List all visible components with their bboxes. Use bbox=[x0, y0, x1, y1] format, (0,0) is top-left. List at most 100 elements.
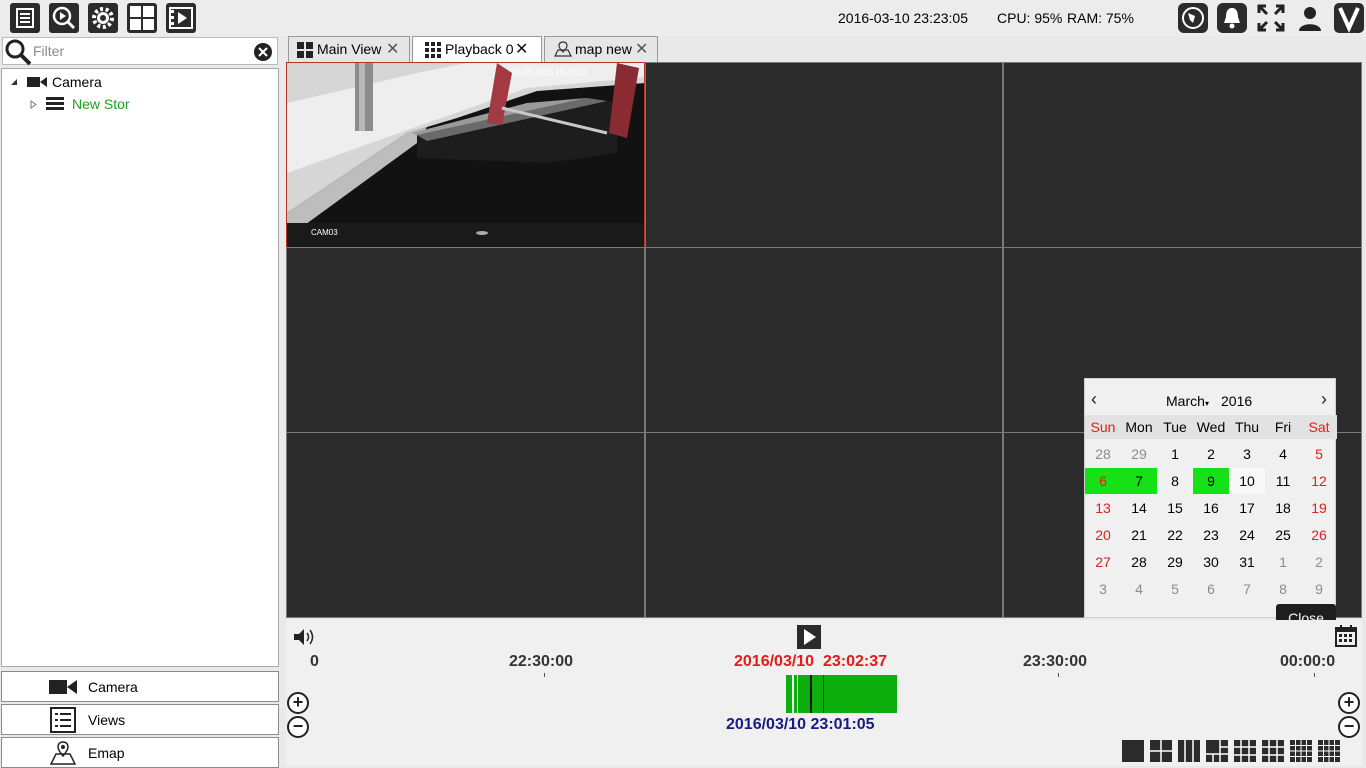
calendar-day[interactable]: 8 bbox=[1265, 576, 1301, 602]
layout-1p12-button[interactable] bbox=[1290, 740, 1312, 762]
user-icon[interactable] bbox=[1295, 3, 1325, 33]
calendar-day[interactable]: 1 bbox=[1157, 441, 1193, 467]
calendar-day-recorded[interactable]: 6 bbox=[1085, 468, 1121, 494]
close-icon[interactable]: ✕ bbox=[515, 39, 528, 59]
calendar-day[interactable]: 9 bbox=[1301, 576, 1337, 602]
calendar-day[interactable]: 6 bbox=[1193, 576, 1229, 602]
calendar-day[interactable]: 3 bbox=[1085, 576, 1121, 602]
calendar-year[interactable]: 2016 bbox=[1221, 393, 1252, 409]
calendar-day[interactable]: 20 bbox=[1085, 522, 1121, 548]
tab-main-view[interactable]: Main View ✕ bbox=[288, 36, 410, 62]
tab-playback[interactable]: Playback 0 ✕ bbox=[412, 36, 542, 63]
calendar-day[interactable]: 17 bbox=[1229, 495, 1265, 521]
clear-filter-icon[interactable] bbox=[253, 42, 273, 62]
video-cell-cam03[interactable]: 03-03-2016 18:23:13 CAM03 bbox=[286, 62, 645, 248]
close-icon[interactable]: ✕ bbox=[386, 39, 399, 59]
next-month-icon[interactable]: › bbox=[1321, 389, 1327, 410]
video-playback-icon[interactable] bbox=[166, 3, 196, 33]
layout-1p5-button[interactable] bbox=[1206, 740, 1228, 762]
recording-segment[interactable] bbox=[786, 675, 792, 713]
calendar-day[interactable]: 11 bbox=[1265, 468, 1301, 494]
layout-1x1-button[interactable] bbox=[1122, 740, 1144, 762]
calendar-day[interactable]: 7 bbox=[1229, 576, 1265, 602]
layout-3x3-button[interactable] bbox=[1234, 740, 1256, 762]
calendar-day[interactable]: 18 bbox=[1265, 495, 1301, 521]
calendar-day-recorded[interactable]: 9 bbox=[1193, 468, 1229, 494]
recording-segment[interactable] bbox=[794, 675, 797, 713]
calendar-day[interactable]: 4 bbox=[1265, 441, 1301, 467]
zoom-out-left-button[interactable]: − bbox=[287, 716, 309, 738]
calendar-day[interactable]: 29 bbox=[1157, 549, 1193, 575]
video-cam-label: CAM03 bbox=[311, 228, 338, 237]
calendar-icon[interactable] bbox=[1334, 624, 1358, 648]
zoom-in-left-button[interactable]: + bbox=[287, 692, 309, 714]
nav-emap-button[interactable]: Emap bbox=[1, 737, 279, 768]
video-cell[interactable] bbox=[286, 432, 645, 618]
calendar-day[interactable]: 30 bbox=[1193, 549, 1229, 575]
calendar-day[interactable]: 21 bbox=[1121, 522, 1157, 548]
layout-4x4-button[interactable] bbox=[1318, 740, 1340, 762]
fullscreen-icon[interactable] bbox=[1256, 3, 1286, 33]
tree-item-new-stor[interactable]: New Stor bbox=[30, 95, 230, 115]
calendar-day[interactable]: 31 bbox=[1229, 549, 1265, 575]
calendar-day[interactable]: 2 bbox=[1301, 549, 1337, 575]
collapsed-arrow-icon[interactable] bbox=[30, 100, 38, 109]
calendar-day[interactable]: 23 bbox=[1193, 522, 1229, 548]
calendar-day-selected[interactable]: 10 bbox=[1229, 468, 1265, 494]
calendar-day[interactable]: 15 bbox=[1157, 495, 1193, 521]
calendar-day[interactable]: 8 bbox=[1157, 468, 1193, 494]
calendar-day[interactable]: 19 bbox=[1301, 495, 1337, 521]
vendor-logo-icon[interactable] bbox=[1334, 3, 1364, 33]
calendar-month[interactable]: March bbox=[1166, 393, 1205, 409]
calendar-day[interactable]: 26 bbox=[1301, 522, 1337, 548]
calendar-day[interactable]: 1 bbox=[1265, 549, 1301, 575]
layout-1x3-button[interactable] bbox=[1178, 740, 1200, 762]
menu-icon[interactable] bbox=[10, 3, 40, 33]
web-icon[interactable] bbox=[1178, 3, 1208, 33]
month-dropdown-icon[interactable]: ▾ bbox=[1205, 399, 1209, 408]
calendar-day[interactable]: 4 bbox=[1121, 576, 1157, 602]
layout-2x2-button[interactable] bbox=[1150, 740, 1172, 762]
bell-icon[interactable] bbox=[1217, 3, 1247, 33]
calendar-day[interactable]: 22 bbox=[1157, 522, 1193, 548]
calendar-day[interactable]: 14 bbox=[1121, 495, 1157, 521]
prev-month-icon[interactable]: ‹ bbox=[1091, 389, 1097, 410]
calendar-day[interactable]: 29 bbox=[1121, 441, 1157, 467]
close-icon[interactable]: ✕ bbox=[635, 39, 648, 59]
zoom-out-right-button[interactable]: − bbox=[1338, 716, 1360, 738]
video-cell[interactable] bbox=[645, 432, 1003, 618]
layout-3x3-alt-button[interactable] bbox=[1262, 740, 1284, 762]
calendar-day[interactable]: 27 bbox=[1085, 549, 1121, 575]
tree-item-camera[interactable]: Camera bbox=[10, 73, 210, 93]
gear-icon[interactable] bbox=[88, 3, 118, 33]
calendar-day[interactable]: 12 bbox=[1301, 468, 1337, 494]
tab-map-new[interactable]: map new ✕ bbox=[544, 36, 658, 62]
calendar-day[interactable]: 28 bbox=[1085, 441, 1121, 467]
volume-icon[interactable] bbox=[292, 627, 316, 647]
calendar-day[interactable]: 5 bbox=[1157, 576, 1193, 602]
calendar-day[interactable]: 25 bbox=[1265, 522, 1301, 548]
calendar-day[interactable]: 3 bbox=[1229, 441, 1265, 467]
filter-input[interactable] bbox=[33, 41, 245, 61]
calendar-day[interactable]: 2 bbox=[1193, 441, 1229, 467]
layout-icon[interactable] bbox=[127, 3, 157, 33]
calendar-day[interactable]: 16 bbox=[1193, 495, 1229, 521]
timeline-cursor[interactable] bbox=[810, 675, 812, 713]
calendar-day[interactable]: 24 bbox=[1229, 522, 1265, 548]
video-cell[interactable] bbox=[286, 247, 645, 433]
nav-views-button[interactable]: Views bbox=[1, 704, 279, 735]
video-cell[interactable] bbox=[645, 62, 1003, 248]
calendar-day[interactable]: 13 bbox=[1085, 495, 1121, 521]
search-playback-icon[interactable] bbox=[49, 3, 79, 33]
calendar-day[interactable]: 28 bbox=[1121, 549, 1157, 575]
zoom-in-right-button[interactable]: + bbox=[1338, 692, 1360, 714]
calendar-day-recorded[interactable]: 7 bbox=[1121, 468, 1157, 494]
play-button[interactable] bbox=[797, 625, 821, 649]
recording-segment[interactable] bbox=[798, 675, 897, 713]
filter-box bbox=[2, 37, 278, 66]
expand-arrow-icon[interactable] bbox=[10, 78, 18, 86]
calendar-day[interactable]: 5 bbox=[1301, 441, 1337, 467]
nav-camera-button[interactable]: Camera bbox=[1, 671, 279, 702]
video-cell[interactable] bbox=[645, 247, 1003, 433]
video-cell[interactable] bbox=[1003, 62, 1362, 248]
